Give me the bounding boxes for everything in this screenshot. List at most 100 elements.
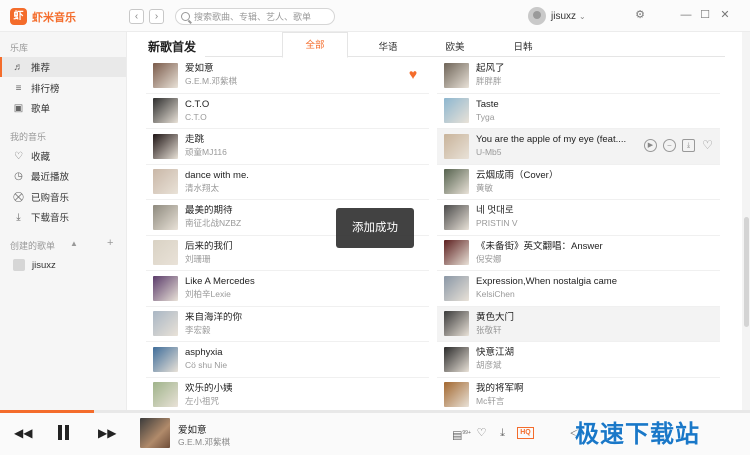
song-row[interactable]: 《未备街》英文翻唱：Answer 倪安娜 bbox=[437, 236, 720, 271]
favorite-heart-icon[interactable]: ♥ bbox=[406, 67, 420, 81]
pause-icon[interactable] bbox=[56, 424, 72, 442]
song-title[interactable]: 云烟成雨（Cover） bbox=[476, 170, 558, 182]
song-row[interactable]: C.T.O C.T.O bbox=[146, 94, 429, 129]
now-playing-cover[interactable] bbox=[140, 418, 170, 448]
quality-badge[interactable]: HQ bbox=[517, 427, 534, 439]
next-icon[interactable]: ▶▶ bbox=[98, 426, 116, 440]
song-artist[interactable]: 张敬轩 bbox=[476, 324, 514, 336]
now-playing-title[interactable]: 爱如意 bbox=[178, 422, 207, 436]
song-artist[interactable]: Tyga bbox=[476, 111, 499, 123]
song-row[interactable]: 欢乐的小姨 左小祖咒 bbox=[146, 378, 429, 413]
settings-icon[interactable]: ⚙ bbox=[633, 8, 647, 22]
album-cover[interactable] bbox=[153, 346, 178, 372]
album-cover[interactable] bbox=[153, 311, 178, 337]
sidebar-item-rank[interactable]: ≡ 排行榜 bbox=[0, 78, 126, 98]
song-artist[interactable]: U-Mb5 bbox=[476, 146, 626, 158]
sidebar-item-recent[interactable]: ◷ 最近播放 bbox=[0, 166, 126, 186]
song-title[interactable]: You are the apple of my eye (feat.... bbox=[476, 134, 626, 146]
song-artist[interactable]: 胡彦斌 bbox=[476, 359, 514, 371]
song-title[interactable]: 后来的我们 bbox=[185, 241, 233, 253]
maximize-icon[interactable]: ☐ bbox=[698, 8, 712, 22]
album-cover[interactable] bbox=[153, 275, 178, 301]
download-icon[interactable]: ⤓ bbox=[496, 427, 509, 440]
song-row[interactable]: 云烟成雨（Cover） 黄敏 bbox=[437, 165, 720, 200]
song-artist[interactable]: Cö shu Nie bbox=[185, 359, 227, 371]
song-title[interactable]: 起风了 bbox=[476, 63, 505, 75]
song-artist[interactable]: 黄敏 bbox=[476, 182, 558, 194]
song-row[interactable]: dance with me. 清水翔太 bbox=[146, 165, 429, 200]
download-icon[interactable]: ⤓ bbox=[682, 139, 695, 152]
tab-western[interactable]: 欧美 bbox=[425, 39, 485, 53]
sidebar-item-recommend[interactable]: ♬ 推荐 bbox=[0, 57, 126, 77]
user-menu[interactable]: jisuxz ⌄ bbox=[528, 7, 586, 25]
search-box[interactable] bbox=[175, 8, 335, 25]
album-cover[interactable] bbox=[153, 98, 178, 124]
song-title[interactable]: Expression,When nostalgia came bbox=[476, 276, 617, 288]
song-row[interactable]: 네 멋대로 PRISTIN V bbox=[437, 200, 720, 236]
tab-all[interactable]: 全部 bbox=[282, 32, 348, 58]
scrollbar-thumb[interactable] bbox=[744, 217, 749, 327]
minimize-icon[interactable]: — bbox=[679, 8, 693, 22]
song-title[interactable]: 最美的期待 bbox=[185, 205, 241, 217]
song-title[interactable]: C.T.O bbox=[185, 99, 209, 111]
heart-icon[interactable]: ♡ bbox=[701, 139, 714, 152]
album-cover[interactable] bbox=[444, 382, 469, 408]
album-cover[interactable] bbox=[444, 204, 469, 230]
sidebar-item-playlists[interactable]: ▣ 歌单 bbox=[0, 98, 126, 118]
album-cover[interactable] bbox=[153, 62, 178, 88]
album-cover[interactable] bbox=[444, 169, 469, 195]
song-title[interactable]: 快意江湖 bbox=[476, 347, 514, 359]
song-row[interactable]: Expression,When nostalgia came KelsiChen bbox=[437, 271, 720, 307]
album-cover[interactable] bbox=[444, 275, 469, 301]
song-title[interactable]: Like A Mercedes bbox=[185, 276, 255, 288]
album-cover[interactable] bbox=[153, 169, 178, 195]
song-title[interactable]: dance with me. bbox=[185, 170, 249, 182]
song-row[interactable]: 来自海洋的你 李宏毅 bbox=[146, 307, 429, 342]
song-title[interactable]: 爱如意 bbox=[185, 63, 237, 75]
previous-icon[interactable]: ◀◀ bbox=[14, 426, 32, 440]
song-title[interactable]: 《未备街》英文翻唱：Answer bbox=[476, 241, 603, 253]
song-artist[interactable]: 胖胖胖 bbox=[476, 75, 505, 87]
song-row[interactable]: 爱如意 G.E.M.邓紫棋 ♥ bbox=[146, 58, 429, 94]
album-cover[interactable] bbox=[153, 133, 178, 159]
tab-chinese[interactable]: 华语 bbox=[358, 39, 418, 53]
song-row[interactable]: Taste Tyga bbox=[437, 94, 720, 129]
song-artist[interactable]: KelsiChen bbox=[476, 288, 617, 300]
add-playlist-icon[interactable]: + bbox=[107, 237, 113, 249]
avatar[interactable] bbox=[528, 7, 546, 25]
song-row[interactable]: asphyxia Cö shu Nie bbox=[146, 342, 429, 378]
song-title[interactable]: 黄色大门 bbox=[476, 312, 514, 324]
song-title[interactable]: 我的将军啊 bbox=[476, 383, 524, 395]
song-artist[interactable]: 左小祖咒 bbox=[185, 395, 233, 407]
tab-jpkr[interactable]: 日韩 bbox=[493, 39, 553, 53]
song-artist[interactable]: 刘珊珊 bbox=[185, 253, 233, 265]
song-artist[interactable]: C.T.O bbox=[185, 111, 209, 123]
song-artist[interactable]: 刘柏辛Lexie bbox=[185, 288, 255, 300]
album-cover[interactable] bbox=[444, 98, 469, 124]
album-cover[interactable] bbox=[153, 204, 178, 230]
song-row[interactable]: 走跳 顽童MJ116 bbox=[146, 129, 429, 165]
album-cover[interactable] bbox=[153, 382, 178, 408]
progress-bar[interactable] bbox=[0, 410, 750, 413]
song-artist[interactable]: PRISTIN V bbox=[476, 217, 518, 229]
sidebar-item-downloads[interactable]: ⤓ 下载音乐 bbox=[0, 207, 126, 227]
song-row[interactable]: 起风了 胖胖胖 bbox=[437, 58, 720, 94]
album-cover[interactable] bbox=[444, 62, 469, 88]
add-icon[interactable]: – bbox=[663, 139, 676, 152]
song-title[interactable]: asphyxia bbox=[185, 347, 227, 359]
song-row[interactable]: 快意江湖 胡彦斌 bbox=[437, 342, 720, 378]
album-cover[interactable] bbox=[444, 311, 469, 337]
comment-icon[interactable]: ▤99+ bbox=[452, 427, 471, 442]
song-artist[interactable]: 清水翔太 bbox=[185, 182, 249, 194]
scrollbar[interactable] bbox=[742, 32, 750, 411]
sidebar-item-purchased[interactable]: ⛒ 已购音乐 bbox=[0, 187, 126, 207]
now-playing-artist[interactable]: G.E.M.邓紫棋 bbox=[178, 436, 230, 448]
forward-button[interactable]: › bbox=[149, 9, 164, 24]
album-cover[interactable] bbox=[444, 346, 469, 372]
app-logo[interactable]: 虾 虾米音乐 bbox=[10, 8, 76, 25]
sidebar-item-favorites[interactable]: ♡ 收藏 bbox=[0, 146, 126, 166]
song-title[interactable]: 来自海洋的你 bbox=[185, 312, 242, 324]
song-title[interactable]: 欢乐的小姨 bbox=[185, 383, 233, 395]
heart-icon[interactable]: ♡ bbox=[475, 427, 488, 440]
song-title[interactable]: Taste bbox=[476, 99, 499, 111]
